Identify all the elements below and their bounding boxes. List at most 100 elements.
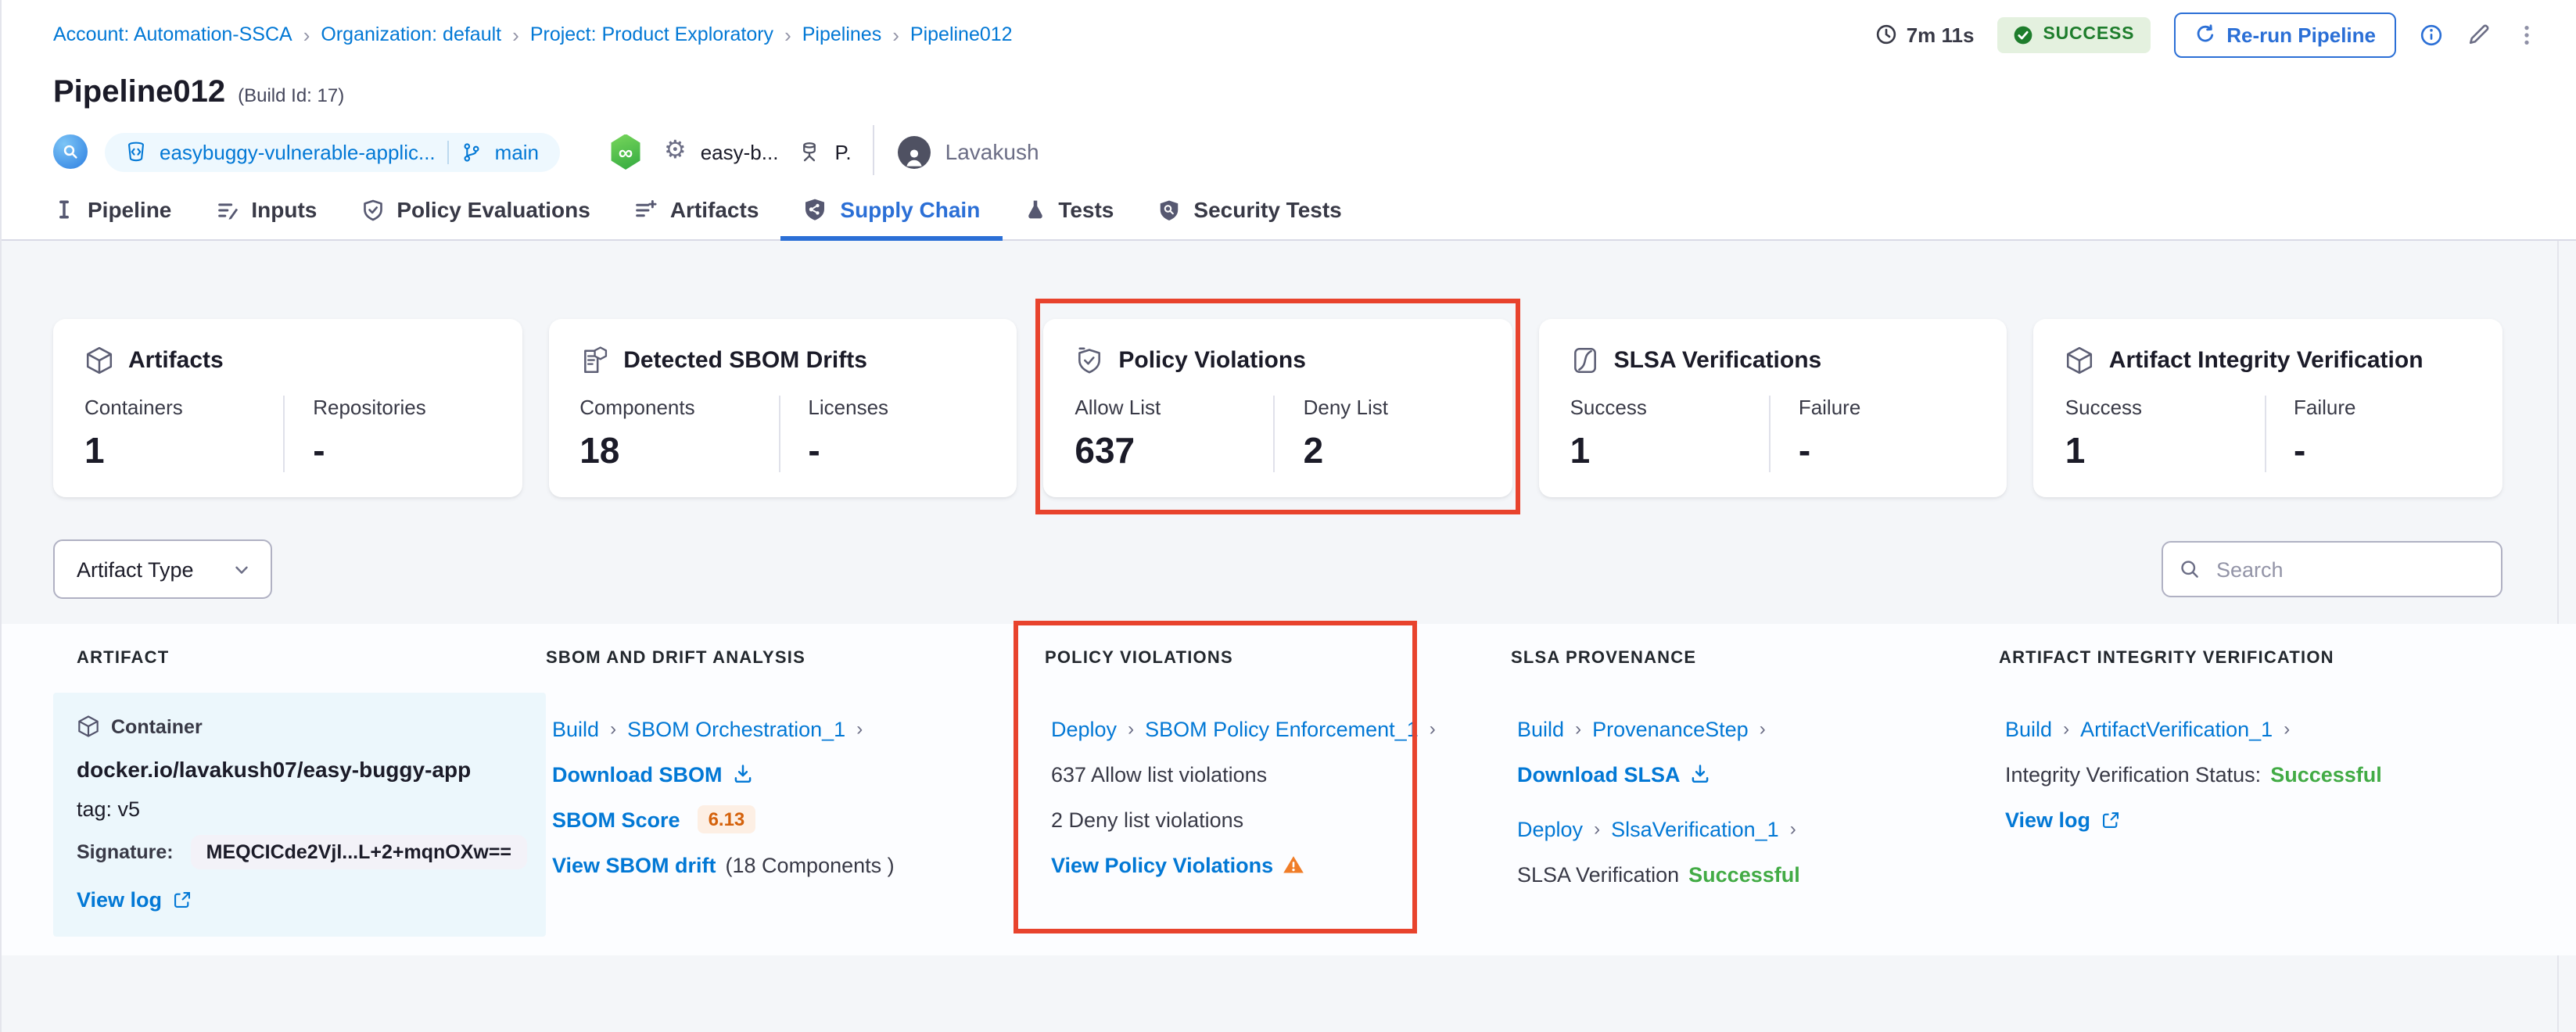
title-row: Pipeline012 (Build Id: 17) (53, 75, 2538, 111)
shield-check-icon (1075, 346, 1104, 375)
search-input[interactable] (2213, 556, 2485, 582)
stage-link[interactable]: Deploy (1517, 817, 1583, 840)
download-icon (732, 763, 754, 785)
status-text: SUCCESS (2043, 25, 2134, 44)
tab-security-tests[interactable]: Security Tests (1136, 194, 1363, 241)
stat-label: Containers (84, 396, 283, 419)
execution-controls: 7m 11s SUCCESS Re-run Pipeline (1875, 12, 2538, 57)
duration-text: 7m 11s (1907, 23, 1975, 46)
app-window: Account: Automation-SSCA › Organization:… (0, 0, 2576, 1032)
view-log-link[interactable]: View log (2005, 808, 2090, 831)
check-circle-icon (2013, 24, 2033, 45)
tab-supply-chain[interactable]: Supply Chain (780, 194, 1002, 241)
stat-value: - (2294, 430, 2471, 472)
tab-tests[interactable]: Tests (1002, 194, 1136, 241)
info-icon[interactable] (2420, 23, 2443, 46)
kebab-menu-icon[interactable] (2515, 23, 2538, 46)
security-shield-search-icon (1157, 198, 1181, 221)
cell-sbom-drift: Build › SBOM Orchestration_1 › Download … (546, 693, 1045, 937)
signature-label: Signature: (77, 841, 174, 863)
artifact-tag: tag: v5 (77, 797, 522, 821)
artifacts-table: ARTIFACT SBOM AND DRIFT ANALYSIS POLICY … (2, 624, 2576, 955)
slsa-verification-label: SLSA Verification (1517, 862, 1679, 886)
cell-artifact: Container docker.io/lavakush07/easy-bugg… (53, 693, 546, 937)
download-icon (1690, 763, 1712, 785)
stat-label: Repositories (313, 396, 490, 419)
breadcrumb-account[interactable]: Account: Automation-SSCA (53, 23, 292, 45)
breadcrumb-separator: › (784, 23, 791, 46)
stat-label: Allow List (1075, 396, 1273, 419)
code-repo-module-icon (53, 134, 88, 169)
sbom-document-icon (579, 346, 609, 375)
breadcrumb-separator: › (512, 23, 519, 46)
pill-divider (448, 140, 450, 163)
summary-cards: Artifacts Containers1 Repositories- Dete… (53, 319, 2502, 497)
edit-pencil-icon[interactable] (2467, 22, 2492, 47)
table-header-row: ARTIFACT SBOM AND DRIFT ANALYSIS POLICY … (53, 624, 2502, 693)
cube-icon (2065, 346, 2095, 375)
gear-icon: ⚙ (664, 139, 687, 164)
execution-meta-row: easybuggy-vulnerable-applic... main ∞ ⚙ … (53, 128, 2538, 175)
stage-link[interactable]: Build (2005, 717, 2052, 740)
stat-label: Components (579, 396, 778, 419)
shield-check-icon (361, 198, 384, 221)
breadcrumb-organization[interactable]: Organization: default (321, 23, 501, 45)
card-artifact-integrity: Artifact Integrity Verification Success1… (2034, 319, 2502, 497)
meta-divider (874, 125, 875, 178)
download-sbom-link[interactable]: Download SBOM (552, 762, 723, 786)
download-slsa-link[interactable]: Download SLSA (1517, 762, 1681, 786)
breadcrumb-separator: › (892, 23, 899, 46)
branch-name-link[interactable]: main (495, 140, 539, 163)
stage-link[interactable]: Build (1517, 717, 1564, 740)
cube-icon (84, 346, 114, 375)
breadcrumb-pipelines[interactable]: Pipelines (802, 23, 881, 45)
card-slsa-verifications: SLSA Verifications Success1 Failure- (1539, 319, 2007, 497)
tab-pipeline[interactable]: Pipeline (53, 194, 193, 241)
stat-value: - (313, 430, 490, 472)
sbom-score-link[interactable]: SBOM Score (552, 808, 680, 831)
stat-label: Failure (2294, 396, 2471, 419)
column-header-slsa-provenance: SLSA PROVENANCE (1511, 649, 1999, 668)
stage-link[interactable]: Build (552, 717, 599, 740)
tab-artifacts[interactable]: Artifacts (612, 194, 781, 241)
crumb-separator: › (855, 718, 864, 740)
stat-value: 637 (1075, 430, 1273, 472)
card-artifacts: Artifacts Containers1 Repositories- (53, 319, 522, 497)
column-header-artifact: ARTIFACT (53, 649, 546, 668)
stat-value: 1 (84, 430, 283, 472)
filter-row: Artifact Type (53, 539, 2502, 599)
step-link[interactable]: ArtifactVerification_1 (2080, 717, 2273, 740)
view-policy-violations-link[interactable]: View Policy Violations (1051, 853, 1273, 876)
breadcrumb-current-pipeline[interactable]: Pipeline012 (910, 23, 1013, 45)
stat-value: - (808, 430, 985, 472)
flask-icon (1024, 199, 1046, 220)
stage-link[interactable]: Deploy (1051, 717, 1117, 740)
view-sbom-drift-link[interactable]: View SBOM drift (552, 853, 716, 876)
artifact-type-dropdown[interactable]: Artifact Type (53, 539, 272, 599)
tab-inputs[interactable]: Inputs (193, 194, 339, 241)
warning-triangle-icon (1283, 854, 1304, 876)
list-plus-icon (634, 198, 658, 221)
card-title: Artifact Integrity Verification (2109, 347, 2424, 374)
step-link[interactable]: ProvenanceStep (1592, 717, 1749, 740)
stat-value: 2 (1304, 430, 1481, 472)
allow-list-violations-text: 637 Allow list violations (1051, 762, 1267, 786)
step-link[interactable]: SBOM Policy Enforcement_1 (1145, 717, 1419, 740)
breadcrumb-project[interactable]: Project: Product Exploratory (530, 23, 773, 45)
artifact-type-label: Artifact Type (77, 557, 194, 581)
breadcrumb: Account: Automation-SSCA › Organization:… (53, 23, 1013, 46)
view-log-link[interactable]: View log (77, 887, 162, 911)
repo-name-link[interactable]: easybuggy-vulnerable-applic... (160, 140, 436, 163)
user-name: Lavakush (945, 139, 1039, 164)
column-header-integrity: ARTIFACT INTEGRITY VERIFICATION (1999, 649, 2502, 668)
stat-label: Licenses (808, 396, 985, 419)
page-title: Pipeline012 (53, 75, 225, 111)
rerun-pipeline-button[interactable]: Re-run Pipeline (2173, 12, 2396, 57)
tab-policy-evaluations[interactable]: Policy Evaluations (339, 194, 612, 241)
stat-label: Success (1570, 396, 1769, 419)
step-link[interactable]: SBOM Orchestration_1 (627, 717, 845, 740)
repository-icon (125, 141, 147, 163)
external-link-icon (171, 889, 192, 909)
crumb-separator: › (608, 718, 618, 740)
step-link[interactable]: SlsaVerification_1 (1611, 817, 1779, 840)
